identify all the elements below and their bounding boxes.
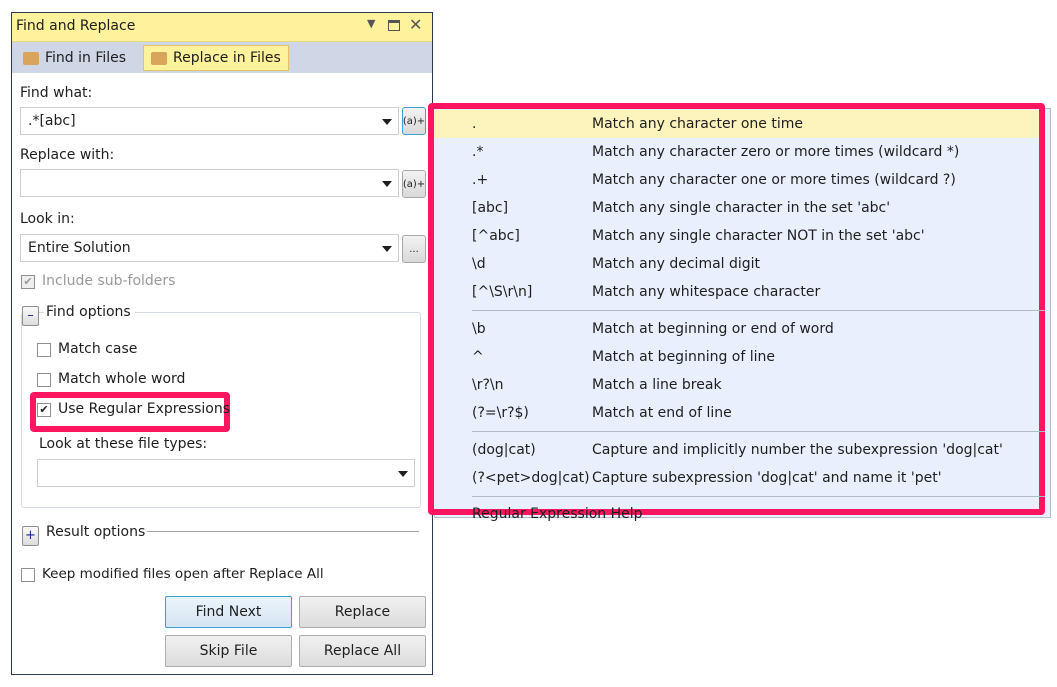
regex-expression: .* — [472, 144, 484, 160]
regex-description: Match any single character NOT in the se… — [592, 228, 925, 244]
regex-menu-item[interactable]: (dog|cat) Capture and implicitly number t… — [434, 436, 1039, 464]
regex-menu: . Match any character one time .* Match any… — [428, 103, 1045, 522]
dropdown-icon[interactable]: ▼ — [367, 17, 375, 30]
match-whole-word-checkbox[interactable] — [37, 373, 51, 387]
tab-bar: Find in Files Replace in Files — [12, 42, 432, 73]
match-whole-word-label: Match whole word — [58, 371, 186, 387]
regex-menu-item[interactable]: .* Match any character zero or more times… — [434, 138, 1039, 166]
title-bar: Find and Replace ▼ ✕ — [12, 13, 432, 42]
chevron-down-icon[interactable] — [382, 246, 392, 252]
replace-with-label: Replace with: — [20, 147, 115, 163]
look-in-label: Look in: — [20, 211, 75, 227]
regex-menu-item[interactable]: \d Match any decimal digit — [434, 250, 1039, 278]
find-options-expander[interactable]: – — [22, 306, 39, 326]
use-regex-checkbox[interactable]: ✔ — [37, 403, 51, 417]
find-what-label: Find what: — [20, 85, 93, 101]
regex-expression: (dog|cat) — [472, 442, 536, 458]
maximize-icon[interactable] — [388, 20, 400, 31]
regex-description: Match any character one or more times (w… — [592, 172, 956, 188]
include-subfolders-label: Include sub-folders — [42, 273, 176, 289]
menu-separator — [472, 431, 1045, 432]
window-title: Find and Replace — [16, 18, 136, 34]
find-regex-builder-button[interactable]: (a)+ — [402, 107, 426, 135]
regex-menu-item[interactable]: (?<pet>dog|cat) Capture subexpression 'do… — [434, 464, 1039, 492]
menu-separator — [472, 496, 1045, 497]
chevron-down-icon[interactable] — [398, 471, 408, 477]
keep-open-label: Keep modified files open after Replace A… — [42, 566, 324, 582]
regex-expression: (?<pet>dog|cat) — [472, 470, 590, 486]
regex-menu-item[interactable]: [^\S\r\n] Match any whitespace character — [434, 278, 1039, 306]
file-types-combo[interactable] — [37, 459, 415, 487]
find-next-button[interactable]: Find Next — [165, 596, 292, 628]
regex-menu-item[interactable]: [^abc] Match any single character NOT in … — [434, 222, 1039, 250]
replace-in-files-icon — [151, 51, 167, 65]
menu-separator — [472, 310, 1045, 311]
match-case-label: Match case — [58, 341, 138, 357]
regex-expression: (?=\r?$) — [472, 405, 529, 421]
tab-replace-in-files[interactable]: Replace in Files — [143, 45, 289, 71]
regex-expression: .+ — [472, 172, 489, 188]
regex-description: Capture subexpression 'dog|cat' and name… — [592, 470, 942, 486]
chevron-down-icon[interactable] — [382, 181, 392, 187]
regex-expression: [^abc] — [472, 228, 520, 244]
regex-expression: \r?\n — [472, 377, 504, 393]
replace-regex-builder-button[interactable]: (a)+ — [402, 170, 426, 198]
regex-menu-item[interactable]: .+ Match any character one or more times … — [434, 166, 1039, 194]
result-options-divider — [147, 531, 419, 532]
skip-file-button[interactable]: Skip File — [165, 635, 292, 667]
regex-description: Match a line break — [592, 377, 722, 393]
regex-menu-item[interactable]: (?=\r?$) Match at end of line — [434, 399, 1039, 427]
tab-label: Find in Files — [45, 50, 127, 66]
regex-description: Capture and implicitly number the subexp… — [592, 442, 1003, 458]
regex-description: Match at beginning of line — [592, 349, 776, 365]
regex-help-item[interactable]: Regular Expression Help — [434, 500, 1039, 528]
match-case-checkbox[interactable] — [37, 343, 51, 357]
find-replace-dialog: Find and Replace ▼ ✕ Find in Files Repla… — [11, 12, 433, 675]
regex-description: Match any decimal digit — [592, 256, 761, 272]
find-what-value: .*[abc] — [28, 113, 76, 129]
find-options-label: Find options — [44, 304, 135, 320]
regex-expression: ^ — [472, 349, 484, 365]
replace-all-button[interactable]: Replace All — [299, 635, 426, 667]
include-subfolders-checkbox[interactable]: ✔ — [21, 275, 35, 289]
regex-help-label: Regular Expression Help — [472, 506, 643, 522]
result-options-expander[interactable]: + — [22, 526, 39, 546]
regex-menu-item[interactable]: . Match any character one time — [434, 110, 1039, 138]
use-regex-label: Use Regular Expressions — [58, 401, 231, 417]
regex-expression: . — [472, 116, 477, 132]
regex-description: Match at end of line — [592, 405, 732, 421]
regex-description: Match any single character in the set 'a… — [592, 200, 891, 216]
regex-description: Match any whitespace character — [592, 284, 821, 300]
regex-expression: [abc] — [472, 200, 509, 216]
keep-open-checkbox[interactable] — [21, 568, 35, 582]
browse-button[interactable]: ... — [402, 235, 426, 263]
find-what-combo[interactable]: .*[abc] — [20, 107, 399, 135]
tab-label: Replace in Files — [173, 50, 281, 66]
regex-description: Match any character zero or more times (… — [592, 144, 960, 160]
chevron-down-icon[interactable] — [382, 119, 392, 125]
result-options-label: Result options — [46, 524, 146, 540]
regex-expression: \d — [472, 256, 486, 272]
file-types-label: Look at these file types: — [39, 436, 208, 452]
regex-menu-item[interactable]: \r?\n Match a line break — [434, 371, 1039, 399]
tab-find-in-files[interactable]: Find in Files — [16, 45, 133, 71]
regex-description: Match at beginning or end of word — [592, 321, 834, 337]
replace-button[interactable]: Replace — [299, 596, 426, 628]
replace-with-combo[interactable] — [20, 169, 399, 197]
regex-menu-item[interactable]: \b Match at beginning or end of word — [434, 315, 1039, 343]
regex-menu-item[interactable]: ^ Match at beginning of line — [434, 343, 1039, 371]
regex-menu-item[interactable]: [abc] Match any single character in the s… — [434, 194, 1039, 222]
find-in-files-icon — [23, 51, 39, 65]
regex-expression: [^\S\r\n] — [472, 284, 533, 300]
close-icon[interactable]: ✕ — [409, 15, 422, 34]
look-in-combo[interactable]: Entire Solution — [20, 234, 399, 262]
look-in-value: Entire Solution — [28, 240, 131, 256]
regex-expression: \b — [472, 321, 486, 337]
regex-description: Match any character one time — [592, 116, 803, 132]
